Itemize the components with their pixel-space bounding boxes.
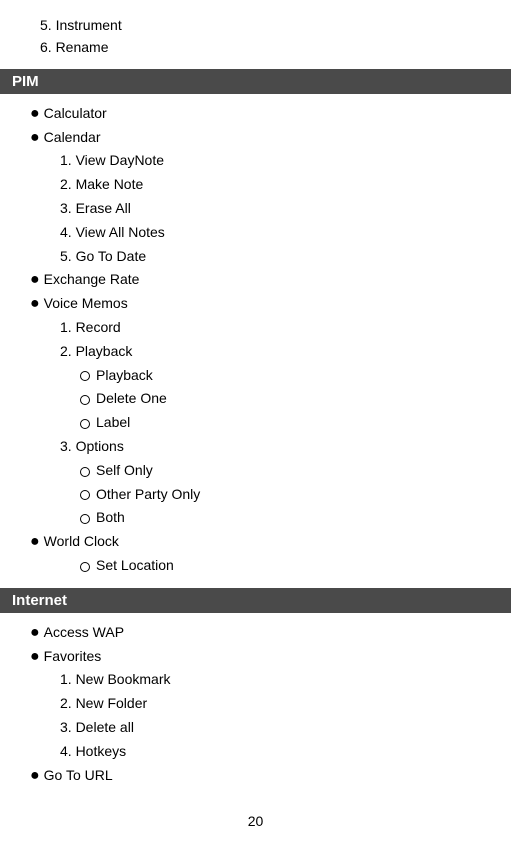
top-items: 5. Instrument 6. Rename [0,10,511,69]
pim-world-clock: ● World Clock [0,530,511,554]
playback-label-1: Playback [96,364,153,388]
bullet-icon: ● [30,768,40,784]
playback-radio-2: Delete One [0,387,511,411]
internet-access-wap: ● Access WAP [0,621,511,645]
pim-voice-memos: ● Voice Memos [0,292,511,316]
radio-dot-icon [80,419,90,429]
favorites-sub-2: 2. New Folder [0,692,511,716]
top-item-6: 6. Rename [40,36,471,58]
radio-dot-icon [80,395,90,405]
pim-exchange-label: Exchange Rate [44,268,140,292]
pim-voice-label: Voice Memos [44,292,128,316]
bullet-icon: ● [30,625,40,641]
voice-sub-3: 3. Options [0,435,511,459]
playback-radio-1: Playback [0,364,511,388]
calendar-sub-5: 5. Go To Date [0,245,511,269]
voice-sub-1: 1. Record [0,316,511,340]
bullet-icon: ● [30,130,40,146]
radio-dot-icon [80,514,90,524]
playback-label-3: Label [96,411,130,435]
options-radio-3: Both [0,506,511,530]
options-label-3: Both [96,506,125,530]
pim-calculator: ● Calculator [0,102,511,126]
internet-favorites-label: Favorites [44,645,102,669]
voice-sub-2: 2. Playback [0,340,511,364]
favorites-sub-4: 4. Hotkeys [0,740,511,764]
bullet-icon: ● [30,106,40,122]
internet-content: ● Access WAP ● Favorites 1. New Bookmark… [0,617,511,798]
radio-dot-icon [80,371,90,381]
pim-exchange-rate: ● Exchange Rate [0,268,511,292]
world-clock-radio-1: Set Location [0,554,511,578]
world-clock-sub-label: Set Location [96,554,174,578]
internet-go-to-url: ● Go To URL [0,764,511,788]
pim-calendar: ● Calendar [0,126,511,150]
calendar-sub-2: 2. Make Note [0,173,511,197]
internet-go-to-url-label: Go To URL [44,764,113,788]
calendar-sub-4: 4. View All Notes [0,221,511,245]
pim-section: PIM ● Calculator ● Calendar 1. View DayN… [0,69,511,588]
top-item-5: 5. Instrument [40,14,471,36]
radio-dot-icon [80,467,90,477]
internet-access-wap-label: Access WAP [44,621,124,645]
options-radio-2: Other Party Only [0,483,511,507]
pim-calculator-label: Calculator [44,102,107,126]
pim-calendar-label: Calendar [44,126,101,150]
page-number: 20 [0,797,511,837]
pim-world-clock-label: World Clock [44,530,119,554]
pim-header: PIM [0,69,511,94]
favorites-sub-3: 3. Delete all [0,716,511,740]
options-radio-1: Self Only [0,459,511,483]
playback-radio-3: Label [0,411,511,435]
pim-content: ● Calculator ● Calendar 1. View DayNote … [0,98,511,588]
bullet-icon: ● [30,272,40,288]
bullet-icon: ● [30,296,40,312]
favorites-sub-1: 1. New Bookmark [0,668,511,692]
calendar-sub-1: 1. View DayNote [0,149,511,173]
options-label-2: Other Party Only [96,483,200,507]
internet-section: Internet ● Access WAP ● Favorites 1. New… [0,588,511,798]
calendar-sub-3: 3. Erase All [0,197,511,221]
page-container: 5. Instrument 6. Rename PIM ● Calculator… [0,0,511,847]
radio-dot-icon [80,562,90,572]
radio-dot-icon [80,490,90,500]
options-label-1: Self Only [96,459,153,483]
playback-label-2: Delete One [96,387,167,411]
bullet-icon: ● [30,534,40,550]
bullet-icon: ● [30,649,40,665]
internet-favorites: ● Favorites [0,645,511,669]
internet-header: Internet [0,588,511,613]
